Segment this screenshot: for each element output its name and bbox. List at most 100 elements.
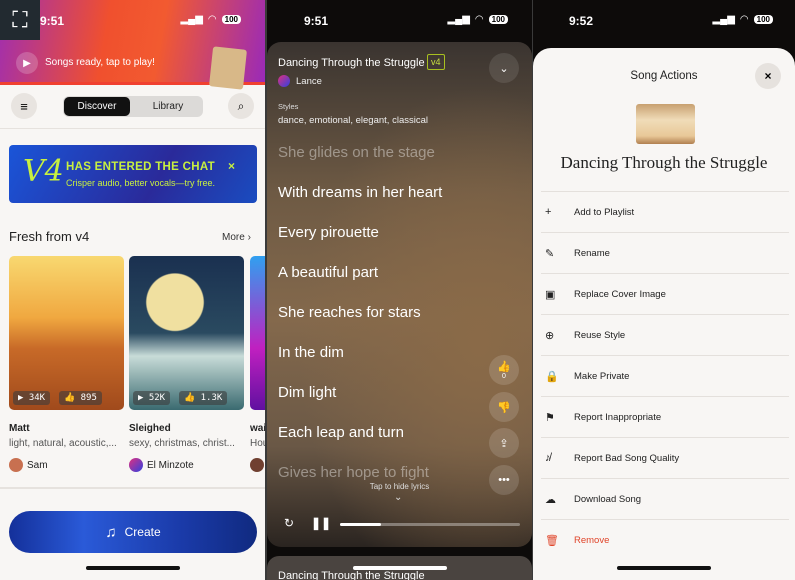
action-report-bad-song-quality[interactable]: ♪̸ Report Bad Song Quality: [541, 437, 789, 478]
song-title[interactable]: Matt: [9, 423, 30, 434]
lyric-line[interactable]: Gives her hope to fight: [278, 464, 429, 481]
avatar: [129, 458, 143, 472]
song-card[interactable]: [250, 256, 265, 410]
discover-screen: 9:51 ▂▄▆ ◠ 100 ⛶ ▶ Songs ready, tap to pla…: [0, 0, 265, 580]
create-button[interactable]: ♫ Create: [9, 511, 257, 553]
tab-library[interactable]: Library: [133, 96, 203, 117]
image-icon: ▣: [545, 288, 556, 301]
progress-fill: [340, 523, 382, 526]
song-tags: light, natural, acoustic,...: [9, 438, 117, 449]
song-card[interactable]: ▶ 52K 👍 1.3K: [129, 256, 244, 410]
replay-icon[interactable]: ↻: [284, 516, 294, 530]
banner-subline: Crisper audio, better vocals—try free.: [66, 178, 216, 188]
action-label: Download Song: [574, 493, 642, 505]
tab-switcher: Discover Library: [63, 96, 203, 117]
action-label: Report Bad Song Quality: [574, 452, 680, 464]
download-icon: ☁: [545, 493, 556, 506]
cover-image: [636, 104, 695, 144]
status-icons: ▂▄▆ ◠ 100: [447, 14, 508, 25]
song-actions-screen: 9:52 ▂▄▆ ◠ 100 Song Actions × Dancing Thro…: [533, 0, 795, 580]
search-icon[interactable]: ⌕: [228, 93, 254, 119]
next-song-title: Dancing Through the Struggle: [278, 570, 425, 580]
thumbs-up-icon[interactable]: 👍 0: [489, 355, 519, 385]
progress-bar[interactable]: [340, 523, 520, 526]
divider: [0, 487, 265, 489]
song-title: Dancing Through the Struggle: [560, 153, 768, 172]
artist[interactable]: Lance: [278, 75, 322, 87]
menu-icon[interactable]: ≡: [11, 93, 37, 119]
action-reuse-style[interactable]: ⊕ Reuse Style: [541, 314, 789, 355]
action-label: Add to Playlist: [574, 206, 635, 218]
home-indicator: [86, 566, 180, 570]
divider: [0, 128, 265, 129]
v4-banner[interactable]: V4 HAS ENTERED THE CHAT Crisper audio, b…: [9, 145, 257, 203]
avatar: [9, 458, 23, 472]
tab-discover[interactable]: Discover: [64, 97, 130, 116]
lyric-line[interactable]: She reaches for stars: [278, 304, 421, 321]
styles-value: dance, emotional, elegant, classical: [278, 115, 428, 126]
lyric-line[interactable]: Dim light: [278, 384, 336, 401]
song-title[interactable]: wai: [250, 423, 265, 434]
reuse-icon: ⊕: [545, 329, 555, 342]
lyric-line[interactable]: In the dim: [278, 344, 344, 361]
action-label: Make Private: [574, 370, 630, 382]
action-label: Report Inappropriate: [574, 411, 662, 423]
status-time: 9:51: [40, 14, 65, 28]
v4-logo: V4: [23, 154, 64, 189]
bad-quality-icon: ♪̸: [545, 452, 551, 464]
section-title: Fresh from v4: [9, 229, 90, 244]
chevron-down-icon[interactable]: ⌄: [394, 492, 402, 503]
action-rename[interactable]: ✎ Rename: [541, 232, 789, 273]
chevron-down-icon[interactable]: ⌄: [489, 53, 519, 83]
version-badge: v4: [427, 54, 445, 70]
status-icons: ▂▄▆ ◠ 100: [712, 14, 773, 25]
action-label: Replace Cover Image: [574, 288, 666, 300]
rename-icon: ✎: [545, 247, 555, 260]
lyric-line[interactable]: With dreams in her heart: [278, 184, 442, 201]
player-screen: 9:51 ▂▄▆ ◠ 100 Dancing Through the Struggl…: [267, 0, 532, 580]
lyric-line[interactable]: A beautiful part: [278, 264, 378, 281]
action-add-to-playlist[interactable]: + Add to Playlist: [541, 191, 789, 232]
action-label: Remove: [574, 534, 610, 546]
like-count: 👍 895: [59, 391, 102, 405]
song-author[interactable]: Sam: [9, 458, 48, 472]
song-title[interactable]: Sleighed: [129, 423, 171, 434]
song-author[interactable]: [250, 458, 264, 472]
more-link[interactable]: More ›: [222, 232, 251, 243]
plus-icon: +: [545, 206, 552, 218]
play-icon[interactable]: ▶: [16, 52, 38, 74]
trash-icon: 🗑: [545, 534, 559, 547]
action-remove[interactable]: 🗑 Remove: [541, 519, 789, 560]
lyrics-player: Dancing Through the Struggle v4 Lance ⌄ …: [267, 42, 532, 547]
action-replace-cover-image[interactable]: ▣ Replace Cover Image: [541, 273, 789, 314]
lyric-line[interactable]: Every pirouette: [278, 224, 379, 241]
album-art: [209, 46, 247, 90]
song-tags: sexy, christmas, christ...: [129, 438, 235, 449]
song-author[interactable]: El Minzote: [129, 458, 194, 472]
now-playing-text[interactable]: Songs ready, tap to play!: [45, 57, 155, 68]
home-indicator: [353, 566, 447, 570]
share-icon[interactable]: ⇪: [489, 428, 519, 458]
music-sparkle-icon: ♫: [105, 523, 117, 541]
pause-icon[interactable]: ❚❚: [311, 516, 331, 530]
song-tags: Hou: [250, 438, 265, 449]
song-card[interactable]: ▶ 34K 👍 895: [9, 256, 124, 410]
song-actions-sheet: Song Actions × Dancing Through the Strug…: [533, 48, 795, 580]
lyric-line[interactable]: She glides on the stage: [278, 144, 435, 161]
status-time: 9:51: [304, 14, 329, 28]
action-label: Reuse Style: [574, 329, 626, 341]
thumbs-down-icon[interactable]: 👎: [489, 392, 519, 422]
home-indicator: [617, 566, 711, 570]
hide-lyrics-hint[interactable]: Tap to hide lyrics: [267, 482, 532, 491]
fullscreen-icon[interactable]: ⛶: [0, 0, 40, 40]
action-download-song[interactable]: ☁ Download Song: [541, 478, 789, 519]
action-label: Rename: [574, 247, 610, 259]
banner-headline: HAS ENTERED THE CHAT: [66, 161, 215, 173]
like-count: 👍 1.3K: [179, 391, 228, 405]
lyric-line[interactable]: Each leap and turn: [278, 424, 404, 441]
close-icon[interactable]: ×: [228, 159, 235, 173]
song-title: Dancing Through the Struggle: [278, 57, 425, 69]
action-report-inappropriate[interactable]: ⚑ Report Inappropriate: [541, 396, 789, 437]
action-make-private[interactable]: 🔒 Make Private: [541, 355, 789, 396]
close-icon[interactable]: ×: [755, 63, 781, 89]
